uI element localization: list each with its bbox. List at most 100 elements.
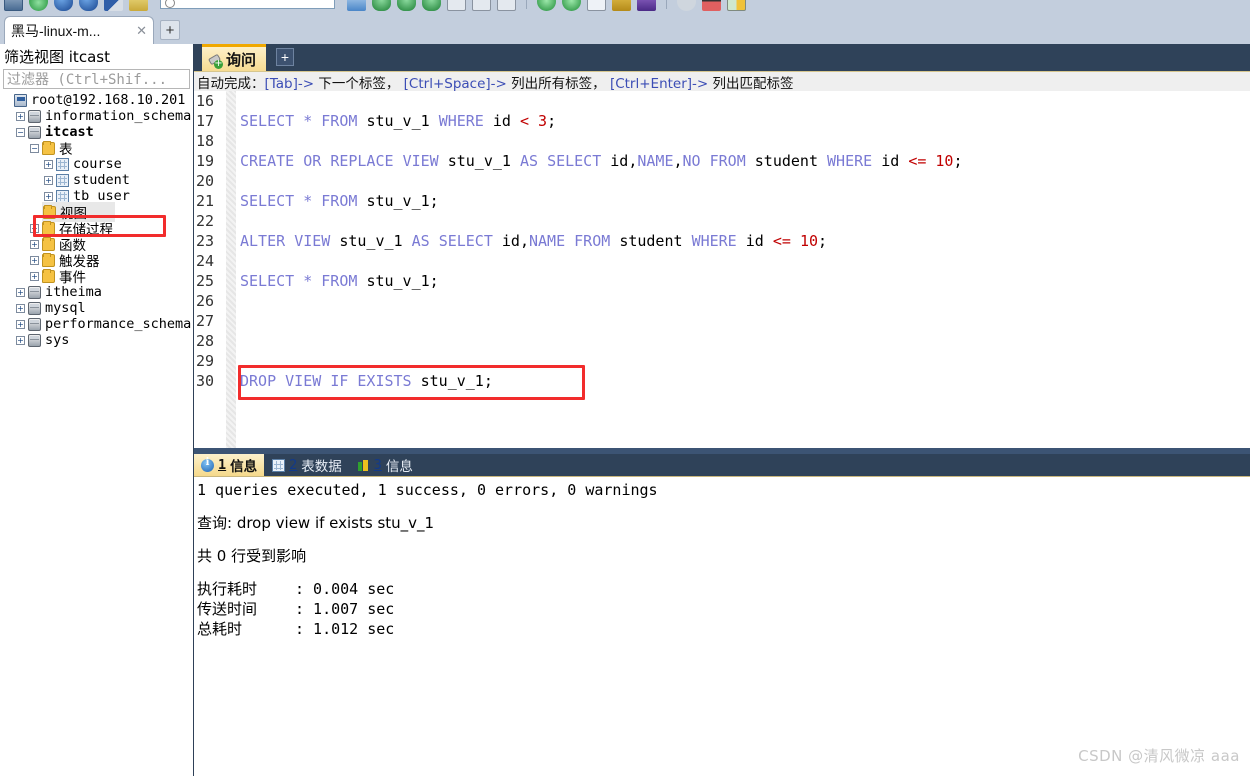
tree-item-事件[interactable]: + 事件: [0, 266, 193, 286]
tree-item-itcast[interactable]: − itcast: [0, 124, 193, 140]
browser-tab[interactable]: 黑马-linux-m... ✕: [4, 16, 154, 44]
expand-icon[interactable]: +: [30, 271, 39, 281]
tree-item-content[interactable]: information_schema: [28, 108, 191, 124]
tree-item-存储过程[interactable]: + 存储过程: [0, 220, 193, 238]
expand-icon[interactable]: +: [16, 111, 25, 121]
tree-item-content[interactable]: performance_schema: [28, 316, 191, 332]
tree-item-root@192.168.10.201[interactable]: root@192.168.10.201: [0, 92, 193, 108]
close-icon[interactable]: ✕: [132, 23, 147, 39]
expand-icon[interactable]: +: [16, 287, 25, 297]
new-query-icon[interactable]: [347, 0, 366, 11]
stop-icon[interactable]: [677, 0, 696, 11]
sidebar-filter-input[interactable]: 过滤器 (Ctrl+Shif...: [3, 69, 190, 89]
user-icon[interactable]: [372, 0, 391, 11]
sql-editor[interactable]: 16 17 18 19 20 21 22 23 24 25 26 27 28 29 30 SELECT * …: [194, 91, 1250, 448]
database-icon: [28, 125, 41, 139]
book-icon[interactable]: [587, 0, 606, 11]
code-line[interactable]: [240, 311, 1250, 331]
tree-item-information_schema[interactable]: + information_schema: [0, 108, 193, 124]
keys-icon[interactable]: [702, 0, 721, 11]
check-icon[interactable]: [537, 0, 556, 11]
code-line[interactable]: SELECT * FROM stu_v_1;: [240, 271, 1250, 291]
tree-item-表[interactable]: − 表: [0, 138, 193, 158]
code-token: *: [303, 112, 313, 130]
expand-icon[interactable]: +: [30, 223, 39, 233]
database-icon[interactable]: [79, 0, 98, 11]
result-tab-3[interactable]: 3 信息: [350, 454, 420, 476]
tree-item-content[interactable]: sys: [28, 332, 69, 348]
code-line[interactable]: [240, 331, 1250, 351]
search-input[interactable]: [160, 0, 335, 9]
new-tab-button[interactable]: +: [160, 20, 180, 40]
sql-code-lines[interactable]: SELECT * FROM stu_v_1 WHERE id < 3; CREA…: [240, 91, 1250, 448]
panel-icon[interactable]: [727, 0, 746, 11]
refresh-icon[interactable]: [29, 0, 48, 11]
query-tab[interactable]: 询问: [202, 44, 267, 71]
tree-item-content[interactable]: 表: [42, 138, 73, 158]
code-line[interactable]: SELECT * FROM stu_v_1;: [240, 191, 1250, 211]
connection-icon[interactable]: [54, 0, 73, 11]
query-icon[interactable]: [129, 0, 148, 11]
code-line[interactable]: SELECT * FROM stu_v_1 WHERE id < 3;: [240, 111, 1250, 131]
browser-tab-title: 黑马-linux-m...: [11, 22, 101, 39]
code-line[interactable]: [240, 91, 1250, 111]
code-token: WHERE: [691, 232, 737, 250]
mail-icon[interactable]: [637, 0, 656, 11]
collapse-icon[interactable]: −: [30, 143, 39, 153]
code-line[interactable]: [240, 251, 1250, 271]
code-line[interactable]: [240, 351, 1250, 371]
expand-icon[interactable]: +: [30, 239, 39, 249]
expand-icon[interactable]: +: [16, 335, 25, 345]
tree-item-performance_schema[interactable]: + performance_schema: [0, 316, 193, 332]
backup-icon[interactable]: [397, 0, 416, 11]
tree-item-content[interactable]: student: [56, 172, 130, 188]
folder-icon: [42, 236, 55, 251]
app-icon[interactable]: [4, 0, 23, 11]
expand-icon[interactable]: +: [16, 319, 25, 329]
code-line[interactable]: [240, 131, 1250, 151]
code-line[interactable]: DROP VIEW IF EXISTS stu_v_1;: [240, 371, 1250, 391]
collapse-icon[interactable]: −: [16, 127, 25, 137]
new-query-tab-button[interactable]: +: [276, 48, 294, 66]
code-line[interactable]: CREATE OR REPLACE VIEW stu_v_1 AS SELECT…: [240, 151, 1250, 171]
tree-item-content[interactable]: root@192.168.10.201: [14, 92, 185, 108]
code-token: id: [745, 232, 764, 250]
tree-item-student[interactable]: + student: [0, 172, 193, 188]
tree-item-content[interactable]: 事件: [42, 266, 86, 286]
table-icon[interactable]: [104, 0, 123, 11]
code-line[interactable]: [240, 211, 1250, 231]
tree-item-触发器[interactable]: + 触发器: [0, 252, 193, 270]
line-number-gutter: 16 17 18 19 20 21 22 23 24 25 26 27 28 29 30: [194, 91, 226, 448]
code-line[interactable]: [240, 171, 1250, 191]
code-token: <=: [772, 232, 791, 250]
expand-icon[interactable]: +: [44, 159, 53, 169]
grid-icon[interactable]: [447, 0, 466, 11]
tree-item-itheima[interactable]: + itheima: [0, 284, 193, 300]
timing-row: 传送时间: 1.007 sec: [197, 599, 1250, 619]
code-line[interactable]: ALTER VIEW stu_v_1 AS SELECT id,NAME FRO…: [240, 231, 1250, 251]
model-icon[interactable]: [497, 0, 516, 11]
code-line[interactable]: [240, 291, 1250, 311]
expand-icon[interactable]: +: [30, 255, 39, 265]
tree-item-content[interactable]: itheima: [28, 284, 102, 300]
profile-icon: [357, 459, 370, 472]
tree-item-mysql[interactable]: + mysql: [0, 300, 193, 316]
expand-icon[interactable]: +: [44, 191, 53, 201]
tools-icon[interactable]: [612, 0, 631, 11]
report-icon[interactable]: [472, 0, 491, 11]
result-tab-1[interactable]: 1信息: [194, 454, 265, 476]
tree-item-course[interactable]: + course: [0, 156, 193, 172]
timing-row: 执行耗时: 0.004 sec: [197, 579, 1250, 599]
tree-item-content[interactable]: course: [56, 156, 122, 172]
expand-icon[interactable]: +: [44, 175, 53, 185]
sync-icon[interactable]: [562, 0, 581, 11]
result-tab-number: 3: [373, 457, 382, 473]
expand-icon[interactable]: +: [16, 303, 25, 313]
import-icon[interactable]: [422, 0, 441, 11]
toolbar-divider: [526, 0, 527, 9]
code-token: SELECT: [438, 232, 493, 250]
tree-item-sys[interactable]: + sys: [0, 332, 193, 348]
tree-item-content[interactable]: mysql: [28, 300, 86, 316]
result-tab-2[interactable]: 2 表数据: [265, 454, 349, 476]
code-token: 3: [538, 112, 548, 130]
